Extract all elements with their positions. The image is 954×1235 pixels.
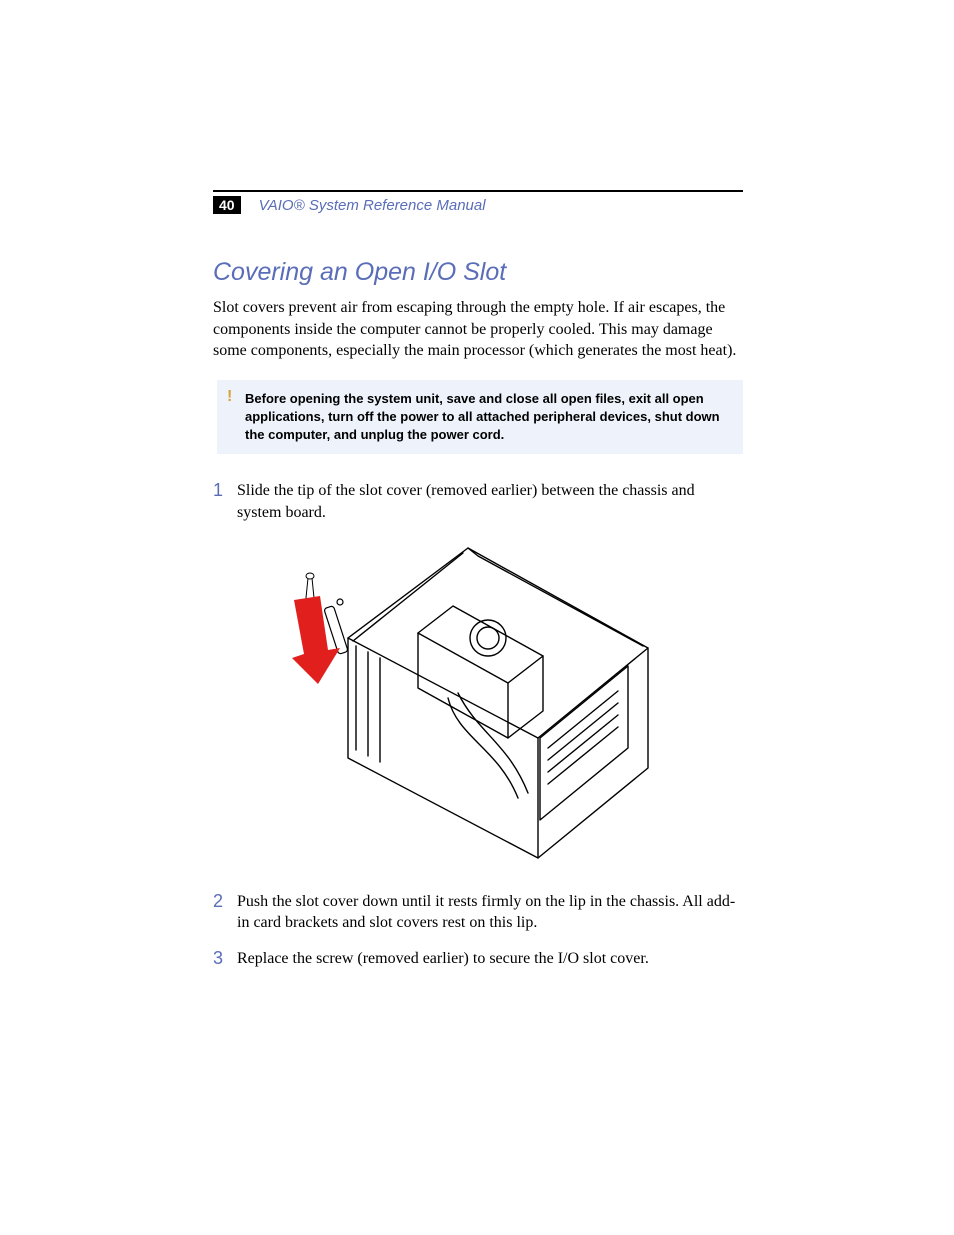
step-item: 1 Slide the tip of the slot cover (remov…: [213, 480, 743, 523]
chassis-svg: [278, 538, 678, 868]
manual-title: VAIO® System Reference Manual: [259, 197, 486, 214]
chassis-illustration: [213, 538, 743, 873]
step-number: 3: [213, 948, 237, 970]
step-number: 2: [213, 891, 237, 934]
warning-callout: ! Before opening the system unit, save a…: [217, 380, 743, 455]
step-text: Slide the tip of the slot cover (removed…: [237, 480, 743, 523]
step-number: 1: [213, 480, 237, 523]
section-heading: Covering an Open I/O Slot: [213, 258, 743, 287]
warning-text: Before opening the system unit, save and…: [245, 390, 729, 445]
step-item: 2 Push the slot cover down until it rest…: [213, 891, 743, 934]
warning-icon: !: [227, 388, 232, 406]
step-text: Replace the screw (removed earlier) to s…: [237, 948, 649, 970]
page-header: 40 VAIO® System Reference Manual: [213, 190, 743, 214]
manual-page: 40 VAIO® System Reference Manual Coverin…: [213, 190, 743, 983]
step-text: Push the slot cover down until it rests …: [237, 891, 743, 934]
step-item: 3 Replace the screw (removed earlier) to…: [213, 948, 743, 970]
intro-paragraph: Slot covers prevent air from escaping th…: [213, 297, 743, 362]
page-number-badge: 40: [213, 196, 241, 214]
